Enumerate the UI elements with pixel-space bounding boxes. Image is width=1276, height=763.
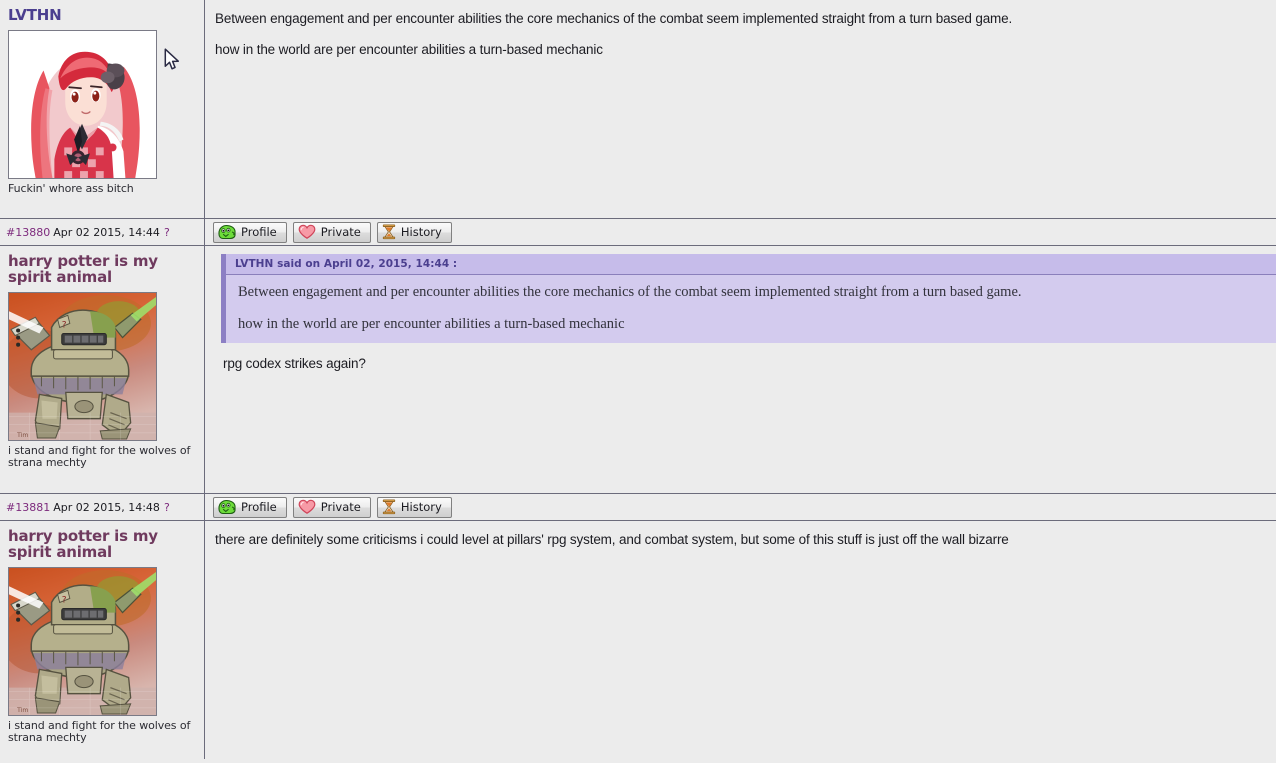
author-tagline: i stand and fight for the wolves of stra… [8,444,191,469]
author-tagline: Fuckin' whore ass bitch [8,182,134,195]
post-paragraph: how in the world are per encounter abili… [215,42,603,57]
post-number-link[interactable]: #13880 [6,226,50,239]
hourglass-icon [382,224,396,240]
quote-paragraph: how in the world are per encounter abili… [238,316,625,332]
post-footer: #13880 Apr 02 2015, 14:44 ? Profile Priv… [0,218,1276,246]
post-author-name[interactable]: LVTHN [8,7,196,23]
post-content: there are definitely some criticisms i c… [205,521,1276,759]
post-meta: #13880 Apr 02 2015, 14:44 ? [0,219,205,245]
quote-paragraph: Between engagement and per encounter abi… [238,284,1022,300]
history-button-label: History [400,500,442,514]
post-paragraph: rpg codex strikes again? [223,356,366,371]
post-author-name[interactable]: harry potter is my spirit animal [8,253,196,285]
post: harry potter is my spirit animal i stand… [0,521,1276,759]
profile-button[interactable]: Profile [213,496,287,518]
post: LVTHN Fuckin' whore ass bitch Between en… [0,0,1276,218]
post-content: Between engagement and per encounter abi… [205,0,1276,218]
post-actions: Profile Private History [205,219,1276,245]
private-message-button[interactable]: Private [292,221,371,243]
heart-icon [298,499,316,515]
profile-button-label: Profile [241,500,277,514]
post-timestamp: Apr 02 2015, 14:44 [53,225,160,239]
post-paragraph: there are definitely some criticisms i c… [215,532,1009,547]
frog-icon [218,224,236,240]
quoted-post: LVTHN said on April 02, 2015, 14:44 : Be… [221,254,1276,343]
post-timestamp: Apr 02 2015, 14:48 [53,500,160,514]
quote-attribution: LVTHN said on April 02, 2015, 14:44 : [226,254,1276,275]
post-sidebar: harry potter is my spirit animal i stand… [0,246,205,493]
quote-text: Between engagement and per encounter abi… [226,275,1276,343]
author-tagline: i stand and fight for the wolves of stra… [8,719,191,744]
post-sidebar: LVTHN Fuckin' whore ass bitch [0,0,205,218]
post-help-link[interactable]: ? [164,226,170,239]
post-meta: #13881 Apr 02 2015, 14:48 ? [0,494,205,520]
history-button[interactable]: History [376,496,452,518]
heart-icon [298,224,316,240]
post-footer: #13881 Apr 02 2015, 14:48 ? Profile Priv… [0,493,1276,521]
post-sidebar: harry potter is my spirit animal i stand… [0,521,205,759]
mouse-pointer-icon [164,48,181,76]
private-message-button[interactable]: Private [292,496,371,518]
post-paragraph: Between engagement and per encounter abi… [215,11,1013,26]
post-help-link[interactable]: ? [164,501,170,514]
private-button-label: Private [320,500,361,514]
post: harry potter is my spirit animal i stand… [0,246,1276,493]
frog-icon [218,499,236,515]
avatar [8,30,157,179]
hourglass-icon [382,499,396,515]
profile-button-label: Profile [241,225,277,239]
profile-button[interactable]: Profile [213,221,287,243]
avatar [8,292,157,441]
post-actions: Profile Private History [205,494,1276,520]
post-number-link[interactable]: #13881 [6,501,50,514]
private-button-label: Private [320,225,361,239]
history-button-label: History [400,225,442,239]
history-button[interactable]: History [376,221,452,243]
post-author-name[interactable]: harry potter is my spirit animal [8,528,196,560]
forum-thread: LVTHN Fuckin' whore ass bitch Between en… [0,0,1276,759]
avatar [8,567,157,716]
post-content: LVTHN said on April 02, 2015, 14:44 : Be… [205,246,1276,493]
